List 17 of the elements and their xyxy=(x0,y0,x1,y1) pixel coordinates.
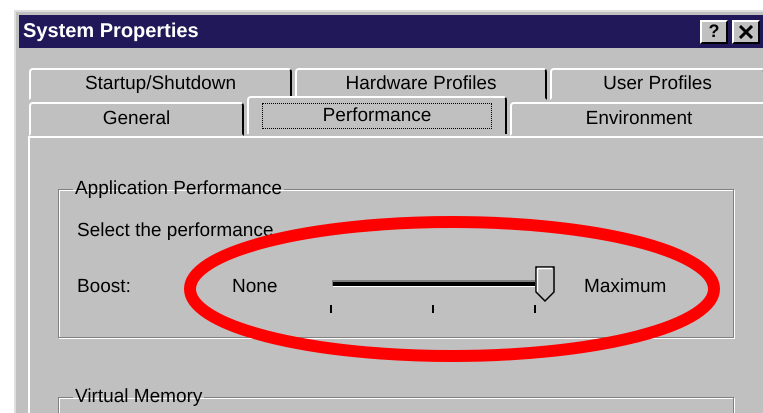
boost-label: Boost: xyxy=(77,276,132,298)
slider-thumb[interactable] xyxy=(535,266,555,302)
help-button[interactable]: ? xyxy=(700,20,728,44)
close-button[interactable] xyxy=(732,20,760,44)
tab[interactable]: Hardware Profiles xyxy=(295,68,547,100)
min-label: None xyxy=(232,276,278,298)
group-title: Virtual Memory xyxy=(74,386,204,408)
tab[interactable]: Environment xyxy=(510,102,763,136)
close-icon xyxy=(739,24,753,38)
max-label: Maximum xyxy=(584,276,666,298)
tab[interactable]: User Profiles xyxy=(550,68,763,100)
tab[interactable]: General xyxy=(29,102,244,136)
description-text: Select the performance xyxy=(77,220,274,242)
tab[interactable]: Performance xyxy=(247,96,507,134)
group-title: Application Performance xyxy=(74,178,283,200)
tab[interactable]: Startup/Shutdown xyxy=(29,68,292,100)
window-title: System Properties xyxy=(23,20,199,43)
